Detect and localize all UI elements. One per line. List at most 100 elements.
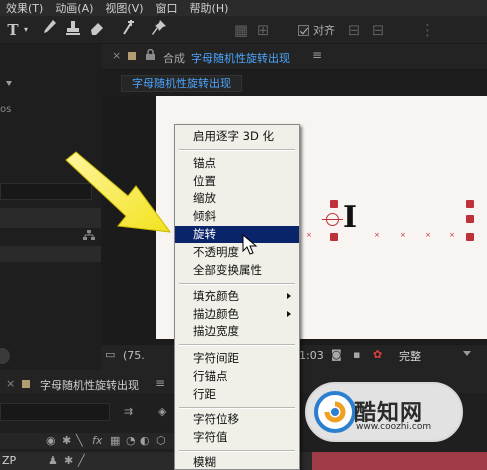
- bounding-handle[interactable]: [466, 200, 474, 208]
- menu-item-skew[interactable]: 倾斜: [175, 208, 299, 225]
- menu-item-character-offset[interactable]: 字符位移: [175, 411, 299, 428]
- color-channel-icon[interactable]: ✿: [373, 348, 382, 361]
- layer-label: ZP: [2, 454, 17, 467]
- snapping-checkbox[interactable]: [298, 24, 309, 36]
- menu-separator: [179, 450, 295, 452]
- clone-stamp-tool-icon[interactable]: [64, 19, 82, 41]
- menu-item-stroke-color[interactable]: 描边颜色: [175, 306, 299, 323]
- composition-tab-row: 字母随机性旋转出现: [101, 70, 487, 96]
- menu-item-stroke-width[interactable]: 描边宽度: [175, 323, 299, 340]
- adjustment-layer-icon[interactable]: ◐: [140, 434, 150, 447]
- menu-item-fill-color-label: 填充颜色: [193, 289, 239, 303]
- bounding-handle[interactable]: [466, 233, 474, 241]
- menu-item-scale[interactable]: 缩放: [175, 190, 299, 207]
- layer-duration-bar[interactable]: [312, 452, 487, 470]
- pen-brush-tool-icon[interactable]: [40, 19, 58, 41]
- path-point: ×: [400, 231, 406, 239]
- menu-item-line-spacing[interactable]: 行距: [175, 386, 299, 403]
- shy-switch-icon[interactable]: ◉: [46, 434, 56, 447]
- layer-quality-icon[interactable]: ╱: [78, 454, 85, 467]
- menu-view[interactable]: 视图(V): [99, 0, 149, 16]
- bounding-handle[interactable]: [466, 215, 474, 223]
- close-panel-icon[interactable]: ×: [112, 49, 121, 62]
- project-info-text: os: [0, 104, 12, 115]
- project-footer-button[interactable]: [0, 348, 10, 364]
- menu-bar: 效果(T) 动画(A) 视图(V) 窗口 帮助(H): [0, 0, 487, 16]
- puppet-pin-tool-icon[interactable]: [150, 19, 168, 41]
- panel-menu-icon[interactable]: ≡: [312, 48, 322, 62]
- draft-3d-icon[interactable]: ◈: [158, 405, 166, 418]
- bounding-handle[interactable]: [330, 233, 338, 241]
- menu-item-anchor-point[interactable]: 锚点: [175, 155, 299, 172]
- menu-item-blur[interactable]: 模糊: [175, 454, 299, 470]
- composition-panel-header: × 合成 字母随机性旋转出现 ≡: [101, 44, 487, 70]
- align-left-icon[interactable]: ⊟: [346, 19, 362, 41]
- snapshot-camera-icon[interactable]: ◙: [331, 348, 342, 361]
- menu-item-tracking[interactable]: 字符间距: [175, 350, 299, 367]
- close-timeline-icon[interactable]: ×: [6, 377, 15, 390]
- path-point: ×: [425, 231, 431, 239]
- submenu-arrow-icon: [287, 293, 291, 299]
- tools-toolbar: T ▾ ▦ ⊞ 对齐 ⊟ ⊟ ⋮: [0, 16, 487, 44]
- timeline-comp-name[interactable]: 字母随机性旋转出现: [40, 377, 139, 393]
- quality-switch-icon[interactable]: ╲: [76, 434, 83, 447]
- snap-tool-icon[interactable]: ▦: [232, 19, 250, 41]
- layer-shy-icon[interactable]: ♟: [48, 454, 58, 467]
- menu-separator: [179, 149, 295, 151]
- watermark-url: www.coozhi.com: [356, 422, 432, 432]
- menu-item-position[interactable]: 位置: [175, 173, 299, 190]
- mouse-cursor-icon: [242, 234, 258, 255]
- menu-item-enable-3d[interactable]: 启用逐字 3D 化: [175, 128, 299, 145]
- menu-item-character-value[interactable]: 字符值: [175, 429, 299, 446]
- menu-item-rotation[interactable]: 旋转: [175, 226, 299, 243]
- layer-collapse-icon[interactable]: ✱: [64, 454, 73, 467]
- annotation-arrow-icon: [65, 151, 172, 233]
- timeline-color-swatch: [22, 380, 30, 388]
- more-tools-icon[interactable]: ⋮: [420, 19, 435, 41]
- path-point: ×: [306, 231, 312, 239]
- timeline-menu-icon[interactable]: ≡: [155, 376, 165, 390]
- menu-item-fill-color[interactable]: 填充颜色: [175, 288, 299, 305]
- timeline-search-input[interactable]: [0, 403, 110, 421]
- comp-mini-flowchart-icon[interactable]: ⇉: [124, 405, 133, 418]
- type-tool-icon[interactable]: T: [4, 19, 22, 41]
- menu-separator: [179, 407, 295, 409]
- expand-arrow-icon[interactable]: [6, 81, 12, 86]
- roto-brush-tool-icon[interactable]: [120, 19, 138, 41]
- snapping-label: 对齐: [313, 24, 335, 37]
- frame-blend-icon[interactable]: ▦: [110, 434, 120, 447]
- composition-tab[interactable]: 字母随机性旋转出现: [121, 75, 242, 92]
- type-tool-dropdown-icon[interactable]: ▾: [22, 19, 30, 41]
- magnification-value[interactable]: (75.: [123, 349, 145, 362]
- anchor-crosshair: [322, 219, 343, 220]
- motion-blur-icon[interactable]: ◔: [126, 434, 136, 447]
- menu-item-all-transform[interactable]: 全部变换属性: [175, 262, 299, 279]
- bounding-handle[interactable]: [330, 200, 338, 208]
- menu-help[interactable]: 帮助(H): [184, 0, 235, 16]
- align-center-icon[interactable]: ⊟: [370, 19, 386, 41]
- resolution-dropdown-icon[interactable]: [463, 351, 471, 356]
- submenu-arrow-icon: [287, 311, 291, 317]
- effect-switch-icon[interactable]: fx: [92, 434, 102, 447]
- snap-target-icon[interactable]: ⊞: [254, 19, 272, 41]
- eraser-tool-icon[interactable]: [88, 19, 106, 41]
- menu-item-opacity[interactable]: 不透明度: [175, 244, 299, 261]
- text-layer-letter[interactable]: I: [343, 200, 357, 235]
- menu-separator: [179, 283, 295, 285]
- menu-window[interactable]: 窗口: [150, 0, 184, 16]
- menu-effects[interactable]: 效果(T): [0, 0, 49, 16]
- menu-item-line-anchor[interactable]: 行锚点: [175, 368, 299, 385]
- composition-name[interactable]: 字母随机性旋转出现: [191, 50, 290, 66]
- text-animate-context-menu: 启用逐字 3D 化 锚点 位置 缩放 倾斜 旋转 不透明度 全部变换属性 填充颜…: [174, 124, 300, 470]
- menu-animation[interactable]: 动画(A): [49, 0, 99, 16]
- show-snapshot-icon[interactable]: ▪: [353, 348, 360, 361]
- layer-switches-header: ◉ ✱ ╲ fx ▦ ◔ ◐ ⬡: [0, 433, 178, 449]
- project-item-row[interactable]: [0, 246, 101, 262]
- lock-icon[interactable]: [146, 48, 155, 63]
- snapping-toggle[interactable]: 对齐: [298, 22, 335, 38]
- monitor-icon[interactable]: ▭: [105, 348, 115, 361]
- collapse-switch-icon[interactable]: ✱: [62, 434, 71, 447]
- current-timecode[interactable]: 1:03: [299, 349, 324, 362]
- resolution-select[interactable]: 完整: [399, 348, 421, 364]
- 3d-layer-icon[interactable]: ⬡: [156, 434, 166, 447]
